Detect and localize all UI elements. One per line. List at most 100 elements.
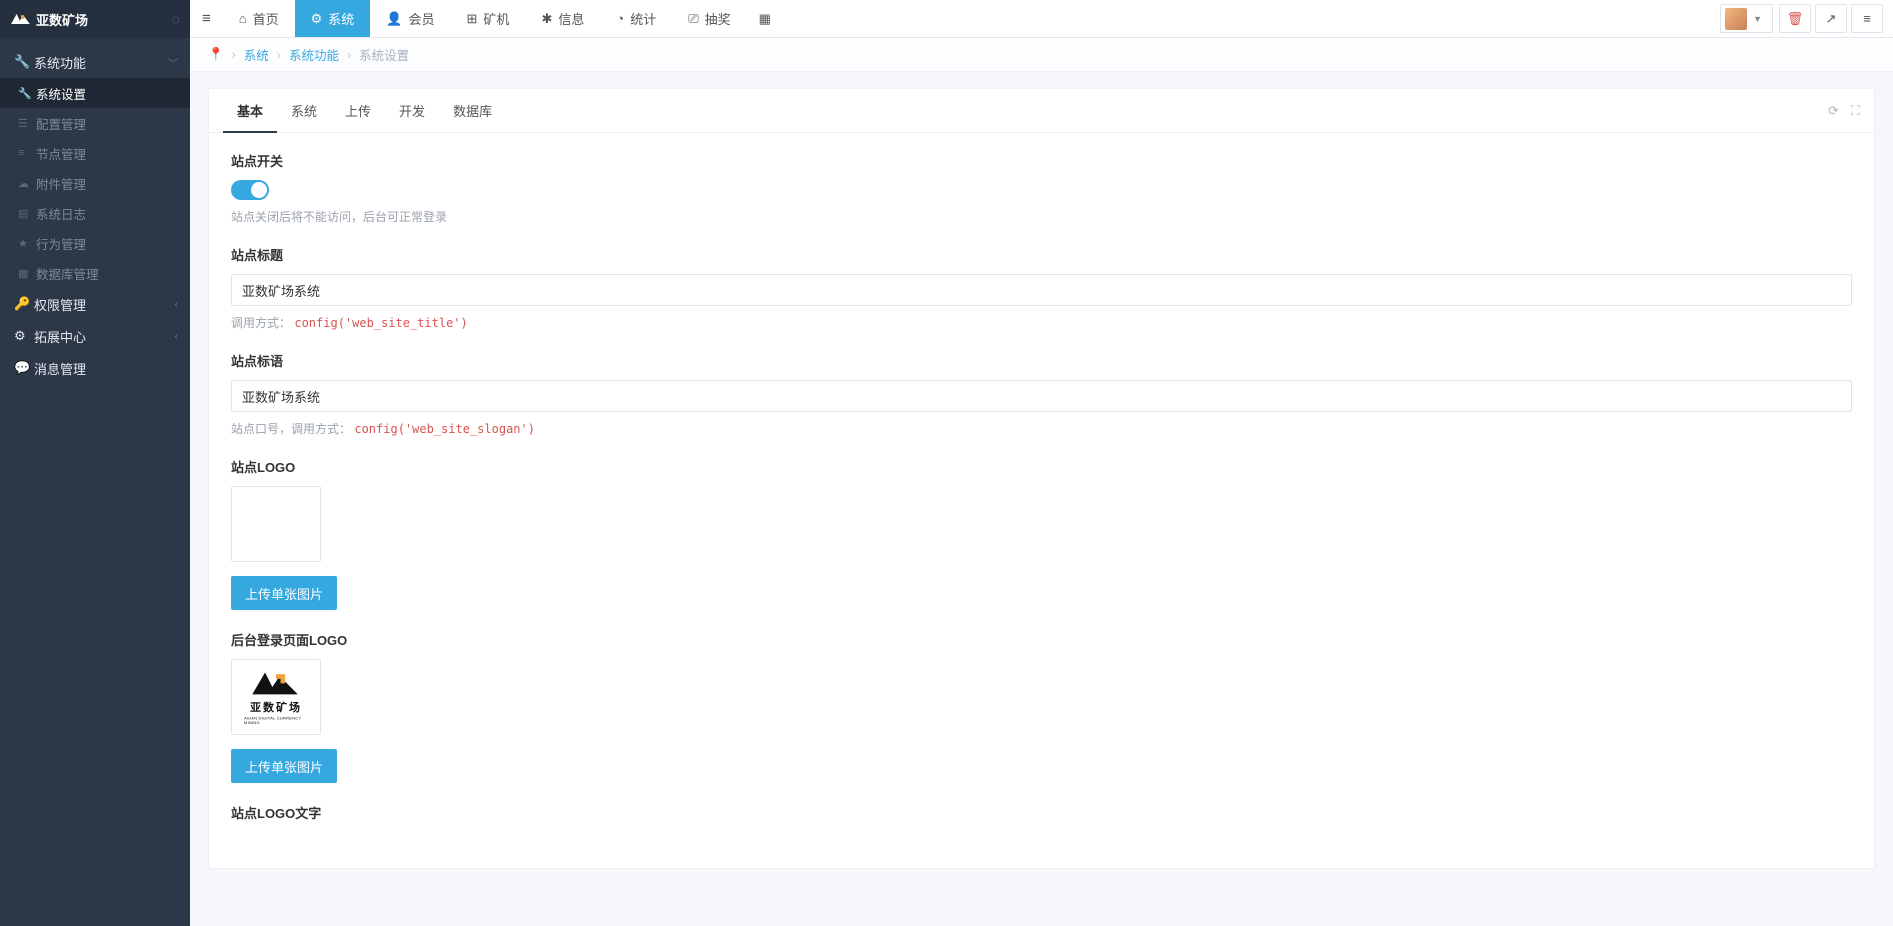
label-site-logo: 站点LOGO — [231, 457, 1852, 476]
wrench-icon: 🔧 — [18, 87, 32, 100]
key-icon: 🔑 — [14, 296, 34, 312]
breadcrumb-link-system-functions[interactable]: 系统功能 — [289, 45, 339, 64]
breadcrumb-link-system[interactable]: 系统 — [244, 45, 269, 64]
upload-site-logo-button[interactable]: 上传单张图片 — [231, 576, 337, 610]
chat-icon: 💬 — [14, 360, 34, 376]
tab-basic[interactable]: 基本 — [223, 89, 277, 133]
external-link-button[interactable]: ↗ — [1815, 4, 1847, 33]
user-icon: 👤 — [386, 11, 402, 27]
main-content: 基本 系统 上传 开发 数据库 ⟳ ⛶ 站点开关 站点关闭后将不能访问，后台可正… — [190, 0, 1893, 889]
field-logo-text: 站点LOGO文字 — [231, 803, 1852, 822]
net-icon: ✱ — [541, 11, 552, 27]
label-site-slogan: 站点标语 — [231, 351, 1852, 370]
card-tools: ⟳ ⛶ — [1828, 103, 1860, 119]
login-logo-preview[interactable]: 亚数矿场 ASIAN DIGITAL CURRENCY MINING — [231, 659, 321, 735]
site-logo-preview[interactable] — [231, 486, 321, 562]
label-login-logo: 后台登录页面LOGO — [231, 630, 1852, 649]
topnav-stats[interactable]: ◔统计 — [600, 0, 672, 37]
grid-icon: ▦ — [759, 11, 771, 27]
sidebar-group-extension[interactable]: ⚙ 拓展中心 ‹ — [0, 320, 190, 352]
wrench-icon: 🔧 — [14, 54, 34, 70]
settings-card: 基本 系统 上传 开发 数据库 ⟳ ⛶ 站点开关 站点关闭后将不能访问，后台可正… — [208, 88, 1875, 869]
topnav-miner[interactable]: ⊞矿机 — [451, 0, 526, 37]
sidebar-item-node-manage[interactable]: ≡节点管理 — [0, 138, 190, 168]
tab-database[interactable]: 数据库 — [439, 89, 506, 133]
label-site-title: 站点标题 — [231, 245, 1852, 264]
sidebar-toggle-button[interactable]: ≡ — [190, 0, 223, 37]
droplet-icon[interactable]: ◌ — [172, 11, 180, 27]
field-site-logo: 站点LOGO 上传单张图片 — [231, 457, 1852, 610]
topnav-member[interactable]: 👤会员 — [370, 0, 450, 37]
upload-login-logo-button[interactable]: 上传单张图片 — [231, 749, 337, 783]
topnav-info[interactable]: ✱信息 — [525, 0, 600, 37]
user-menu[interactable]: ▼ — [1720, 4, 1773, 33]
avatar — [1725, 8, 1747, 30]
login-logo-image: 亚数矿场 ASIAN DIGITAL CURRENCY MINING — [236, 667, 316, 727]
sidebar-item-database-manage[interactable]: ▦数据库管理 — [0, 258, 190, 288]
chevron-left-icon: ‹ — [175, 299, 178, 310]
gear-icon: ⚙ — [14, 328, 34, 344]
chevron-left-icon: ‹ — [175, 331, 178, 342]
hamburger-icon: ≡ — [202, 10, 211, 27]
tab-upload[interactable]: 上传 — [331, 89, 385, 133]
sidebar-menu: 🔧 系统功能 ﹀ 🔧系统设置 ☰配置管理 ≡节点管理 ☁附件管理 ▤系统日志 ★… — [0, 38, 190, 926]
sidebar: 亚数矿场 ◌ 🔧 系统功能 ﹀ 🔧系统设置 ☰配置管理 ≡节点管理 ☁附件管理 … — [0, 0, 190, 926]
sidebar-group-permission[interactable]: 🔑 权限管理 ‹ — [0, 288, 190, 320]
star-icon: ★ — [18, 237, 28, 250]
site-switch-toggle[interactable] — [231, 180, 269, 200]
card-body: 站点开关 站点关闭后将不能访问，后台可正常登录 站点标题 调用方式： confi… — [209, 133, 1874, 868]
tab-system[interactable]: 系统 — [277, 89, 331, 133]
field-site-switch: 站点开关 站点关闭后将不能访问，后台可正常登录 — [231, 151, 1852, 225]
clear-cache-button[interactable]: 🗑 — [1779, 4, 1811, 33]
menu-icon: ≡ — [1863, 11, 1871, 26]
brand-logo: 亚数矿场 — [10, 10, 88, 29]
sidebar-group-system-functions[interactable]: 🔧 系统功能 ﹀ — [0, 46, 190, 78]
cloud-icon: ☁ — [18, 177, 29, 190]
gift-icon: ⎚ — [688, 11, 698, 27]
external-icon: ↗ — [1826, 11, 1837, 27]
topnav-grid[interactable]: ▦ — [747, 0, 783, 37]
input-site-title[interactable] — [231, 274, 1852, 306]
caret-down-icon: ▼ — [1753, 14, 1762, 24]
login-logo-icon — [246, 667, 306, 698]
sliders-icon: ☰ — [18, 117, 28, 130]
input-site-slogan[interactable] — [231, 380, 1852, 412]
sidebar-logo-bar: 亚数矿场 ◌ — [0, 0, 190, 38]
sidebar-group-message[interactable]: 💬 消息管理 — [0, 352, 190, 384]
chevron-down-icon: ﹀ — [168, 55, 178, 70]
help-site-title: 调用方式： config('web_site_title') — [231, 314, 1852, 331]
db-icon: ▦ — [18, 267, 28, 280]
label-site-switch: 站点开关 — [231, 151, 1852, 170]
sidebar-item-action-manage[interactable]: ★行为管理 — [0, 228, 190, 258]
topnav-lottery[interactable]: ⎚抽奖 — [672, 0, 746, 37]
home-icon: ⌂ — [239, 11, 247, 26]
help-site-slogan: 站点口号，调用方式： config('web_site_slogan') — [231, 420, 1852, 437]
trash-icon: 🗑 — [1787, 11, 1804, 27]
field-site-title: 站点标题 调用方式： config('web_site_title') — [231, 245, 1852, 331]
list-icon: ≡ — [18, 147, 24, 159]
sidebar-item-system-settings[interactable]: 🔧系统设置 — [0, 78, 190, 108]
breadcrumb: 📍 › 系统 › 系统功能 › 系统设置 — [190, 38, 1893, 72]
refresh-icon[interactable]: ⟳ — [1828, 103, 1839, 119]
topnav-system[interactable]: ⚙系统 — [295, 0, 371, 37]
breadcrumb-current: 系统设置 — [359, 45, 409, 64]
sidebar-item-config-manage[interactable]: ☰配置管理 — [0, 108, 190, 138]
topnav-home[interactable]: ⌂首页 — [223, 0, 295, 37]
field-site-slogan: 站点标语 站点口号，调用方式： config('web_site_slogan'… — [231, 351, 1852, 437]
pie-icon: ◔ — [616, 11, 624, 26]
tab-dev[interactable]: 开发 — [385, 89, 439, 133]
help-site-switch: 站点关闭后将不能访问，后台可正常登录 — [231, 208, 1852, 225]
sidebar-item-system-log[interactable]: ▤系统日志 — [0, 198, 190, 228]
card-tabs: 基本 系统 上传 开发 数据库 ⟳ ⛶ — [209, 89, 1874, 133]
pin-icon: 📍 — [208, 47, 224, 62]
windows-icon: ⊞ — [467, 11, 478, 27]
field-login-logo: 后台登录页面LOGO 亚数矿场 ASIAN DIGITAL CURRENCY M… — [231, 630, 1852, 783]
expand-icon[interactable]: ⛶ — [1851, 103, 1860, 119]
book-icon: ▤ — [18, 207, 28, 220]
brand-logo-icon — [10, 12, 32, 26]
topbar: ≡ ⌂首页 ⚙系统 👤会员 ⊞矿机 ✱信息 ◔统计 ⎚抽奖 ▦ ▼ 🗑 ↗ ≡ — [190, 0, 1893, 38]
sidebar-item-attachment-manage[interactable]: ☁附件管理 — [0, 168, 190, 198]
more-button[interactable]: ≡ — [1851, 4, 1883, 33]
gear-icon: ⚙ — [311, 11, 323, 27]
label-logo-text: 站点LOGO文字 — [231, 803, 1852, 822]
